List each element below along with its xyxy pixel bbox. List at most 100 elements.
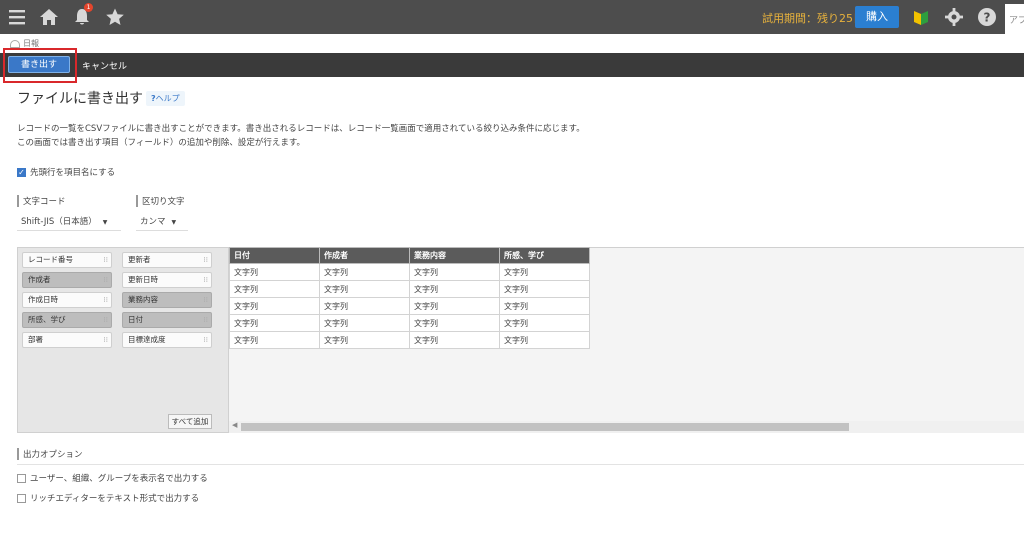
delimiter-label: 区切り文字 bbox=[136, 195, 185, 207]
encoding-label: 文字コード bbox=[17, 195, 66, 207]
beginner-icon[interactable] bbox=[911, 7, 931, 27]
table-cell: 文字列 bbox=[319, 263, 410, 281]
delimiter-value: カンマ bbox=[140, 217, 166, 227]
highlight-box bbox=[3, 48, 77, 83]
table-cell: 文字列 bbox=[319, 314, 410, 332]
output-options-label: 出力オプション bbox=[17, 448, 83, 460]
table-row: 文字列 文字列 文字列 文字列 bbox=[229, 263, 590, 281]
header-row-option[interactable]: ✓ 先頭行を項目名にする bbox=[17, 166, 115, 178]
option-label: リッチエディターをテキスト形式で出力する bbox=[30, 494, 200, 504]
column-header: 作成者 bbox=[319, 247, 410, 264]
svg-text:?: ? bbox=[984, 11, 991, 25]
field-label: 部署 bbox=[28, 335, 43, 344]
header-row-label: 先頭行を項目名にする bbox=[30, 168, 116, 178]
field-label: 更新日時 bbox=[128, 275, 158, 284]
scroll-left-icon[interactable]: ◀ bbox=[232, 421, 237, 429]
column-header: 業務内容 bbox=[409, 247, 500, 264]
field-button[interactable]: 目標達成度 ⁞⁞ bbox=[122, 332, 212, 348]
drag-handle-icon[interactable]: ⁞⁞ bbox=[204, 273, 208, 287]
drag-handle-icon[interactable]: ⁞⁞ bbox=[104, 313, 108, 327]
field-button[interactable]: 作成者 ⁞⁞ bbox=[22, 272, 112, 288]
help-label: ヘルプ bbox=[155, 94, 180, 103]
drag-handle-icon[interactable]: ⁞⁞ bbox=[204, 333, 208, 347]
table-cell: 文字列 bbox=[499, 280, 590, 298]
trial-remaining: 試用期間：残り25日 bbox=[762, 12, 864, 25]
checkbox-icon[interactable] bbox=[17, 494, 26, 503]
table-cell: 文字列 bbox=[499, 297, 590, 315]
help-link[interactable]: ?ヘルプ bbox=[146, 91, 185, 106]
home-icon[interactable] bbox=[39, 7, 59, 27]
description-line-2: この画面では書き出す項目（フィールド）の追加や削除、設定が行えます。 bbox=[17, 138, 305, 148]
add-all-button[interactable]: すべて追加 bbox=[168, 414, 212, 429]
checkbox-checked-icon[interactable]: ✓ bbox=[17, 168, 26, 177]
help-icon[interactable]: ? bbox=[977, 7, 997, 27]
scrollbar-thumb[interactable] bbox=[241, 423, 849, 431]
table-cell: 文字列 bbox=[229, 297, 320, 315]
table-cell: 文字列 bbox=[409, 263, 500, 281]
table-cell: 文字列 bbox=[229, 331, 320, 349]
description-line-1: レコードの一覧をCSVファイルに書き出すことができます。書き出されるレコードは、… bbox=[17, 124, 585, 134]
drag-handle-icon[interactable]: ⁞⁞ bbox=[104, 273, 108, 287]
field-button[interactable]: 更新日時 ⁞⁞ bbox=[122, 272, 212, 288]
page-title: ファイルに書き出す bbox=[17, 91, 143, 107]
menu-icon[interactable] bbox=[7, 7, 27, 27]
delimiter-select[interactable]: カンマ ▼ bbox=[136, 213, 188, 231]
breadcrumb-app-label[interactable]: 日報 bbox=[23, 39, 39, 48]
table-cell: 文字列 bbox=[229, 263, 320, 281]
field-label: 目標達成度 bbox=[128, 335, 166, 344]
chevron-down-icon: ▼ bbox=[171, 219, 177, 226]
field-button[interactable]: レコード番号 ⁞⁞ bbox=[22, 252, 112, 268]
table-cell: 文字列 bbox=[229, 314, 320, 332]
field-button[interactable]: 業務内容 ⁞⁞ bbox=[122, 292, 212, 308]
field-label: 作成者 bbox=[28, 275, 51, 284]
field-label: 更新者 bbox=[128, 255, 151, 264]
field-label: 所感、学び bbox=[28, 315, 66, 324]
checkbox-icon[interactable] bbox=[17, 474, 26, 483]
divider bbox=[17, 464, 1024, 465]
action-bar: 書き出す キャンセル bbox=[0, 53, 1024, 77]
top-header: 1 試用期間：残り25日 購入 ? アプ bbox=[0, 0, 1024, 34]
encoding-value: Shift-JIS（日本語） bbox=[21, 217, 97, 227]
drag-handle-icon[interactable]: ⁞⁞ bbox=[104, 253, 108, 267]
encoding-select[interactable]: Shift-JIS（日本語） ▼ bbox=[17, 213, 121, 231]
column-header: 日付 bbox=[229, 247, 320, 264]
field-button[interactable]: 作成日時 ⁞⁞ bbox=[22, 292, 112, 308]
drag-handle-icon[interactable]: ⁞⁞ bbox=[204, 313, 208, 327]
table-cell: 文字列 bbox=[319, 331, 410, 349]
star-icon[interactable] bbox=[105, 7, 125, 27]
field-button[interactable]: 更新者 ⁞⁞ bbox=[122, 252, 212, 268]
table-row: 文字列 文字列 文字列 文字列 bbox=[229, 280, 590, 298]
table-row: 文字列 文字列 文字列 文字列 bbox=[229, 331, 590, 349]
cancel-button[interactable]: キャンセル bbox=[82, 59, 127, 72]
field-button[interactable]: 日付 ⁞⁞ bbox=[122, 312, 212, 328]
field-label: 作成日時 bbox=[28, 295, 58, 304]
gear-icon[interactable] bbox=[944, 7, 964, 27]
table-cell: 文字列 bbox=[319, 297, 410, 315]
app-tab[interactable]: アプ bbox=[1005, 4, 1024, 34]
buy-button[interactable]: 購入 bbox=[855, 6, 899, 28]
horizontal-scrollbar[interactable]: ◀ bbox=[229, 421, 1024, 433]
option-rich-text[interactable]: リッチエディターをテキスト形式で出力する bbox=[17, 492, 199, 504]
table-cell: 文字列 bbox=[229, 280, 320, 298]
preview-table: 日付 作成者 業務内容 所感、学び 文字列 文字列 文字列 文字列 文字列 文字列 文字列 文字列文… bbox=[229, 247, 590, 349]
field-label: レコード番号 bbox=[28, 255, 73, 264]
notification-badge: 1 bbox=[84, 3, 93, 12]
drag-handle-icon[interactable]: ⁞⁞ bbox=[204, 253, 208, 267]
option-display-name[interactable]: ユーザー、組織、グループを表示名で出力する bbox=[17, 472, 208, 484]
drag-handle-icon[interactable]: ⁞⁞ bbox=[104, 293, 108, 307]
table-cell: 文字列 bbox=[499, 331, 590, 349]
table-cell: 文字列 bbox=[409, 314, 500, 332]
field-label: 業務内容 bbox=[128, 295, 158, 304]
table-cell: 文字列 bbox=[409, 331, 500, 349]
table-cell: 文字列 bbox=[319, 280, 410, 298]
drag-handle-icon[interactable]: ⁞⁞ bbox=[204, 293, 208, 307]
drag-handle-icon[interactable]: ⁞⁞ bbox=[104, 333, 108, 347]
field-button[interactable]: 部署 ⁞⁞ bbox=[22, 332, 112, 348]
field-button[interactable]: 所感、学び ⁞⁞ bbox=[22, 312, 112, 328]
table-row: 文字列 文字列 文字列 文字列 bbox=[229, 314, 590, 332]
app-icon bbox=[10, 39, 20, 48]
chevron-down-icon: ▼ bbox=[102, 219, 108, 226]
table-cell: 文字列 bbox=[499, 263, 590, 281]
table-cell: 文字列 bbox=[409, 280, 500, 298]
column-header: 所感、学び bbox=[499, 247, 590, 264]
